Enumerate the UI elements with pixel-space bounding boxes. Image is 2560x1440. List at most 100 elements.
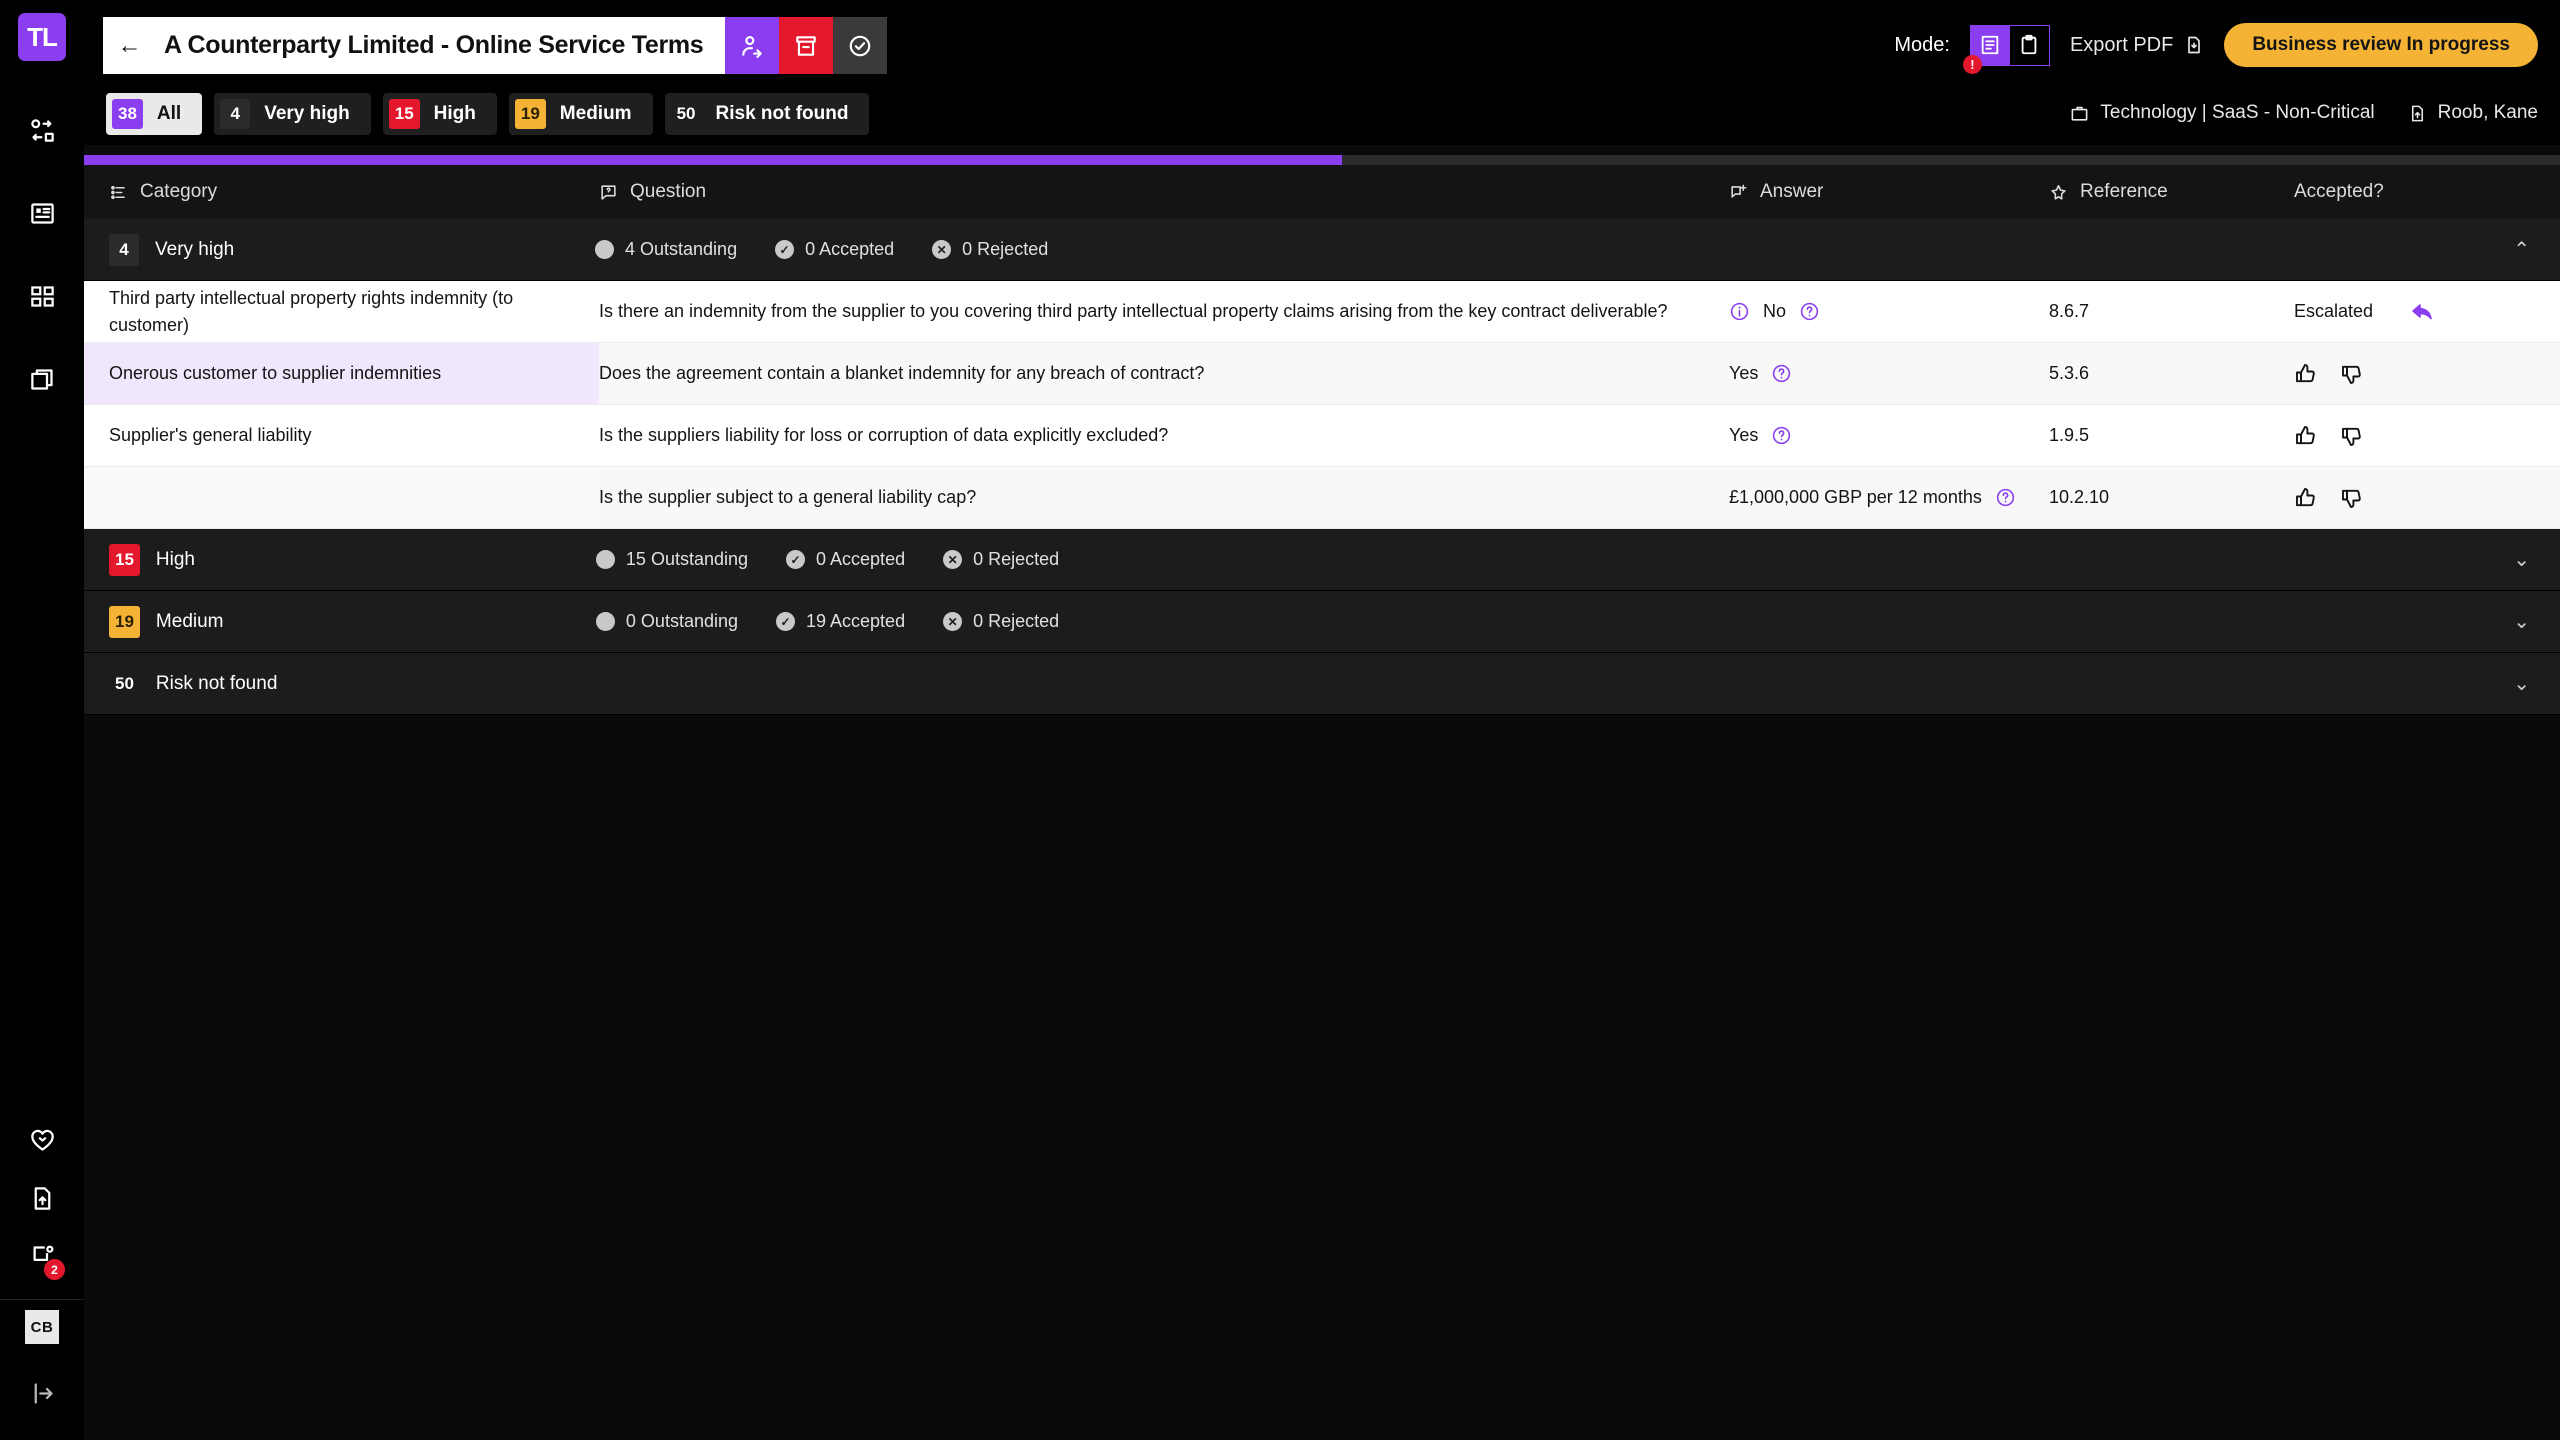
accept-thumb-up-button[interactable]: [2294, 424, 2318, 448]
review-progress-track: [84, 155, 2560, 165]
document-title-bar: ← A Counterparty Limited - Online Servic…: [103, 17, 888, 74]
cell-reference[interactable]: 10.2.10: [2049, 467, 2294, 528]
group-chevron-up-icon[interactable]: ⌃: [2513, 240, 2530, 260]
filter-chip-high[interactable]: 15 High: [382, 93, 497, 135]
table-row[interactable]: Is the supplier subject to a general lia…: [84, 467, 2560, 529]
export-pdf-label: Export PDF: [2069, 33, 2174, 56]
rejected-x-icon: ✕: [932, 240, 952, 259]
answer-help-icon[interactable]: [1799, 301, 1820, 322]
column-header-accepted[interactable]: Accepted?: [2294, 181, 2494, 203]
reject-thumb-down-button[interactable]: [2340, 486, 2364, 510]
risk-group-header-medium[interactable]: 19 Medium 0 Outstanding ✓ 19 Accepted ✕ 0 Reje…: [84, 591, 2560, 653]
answer-help-icon[interactable]: [1995, 487, 2016, 508]
sidebar-item-dashboard[interactable]: [13, 267, 71, 325]
cell-answer: Yes: [1729, 405, 2049, 466]
cell-answer: Yes: [1729, 343, 2049, 404]
question-bubble-icon: [601, 184, 616, 200]
filter-chip-very-high[interactable]: 4 Very high: [214, 93, 371, 135]
reject-thumb-down-button[interactable]: [2340, 362, 2364, 386]
cell-reference[interactable]: 5.3.6: [2049, 343, 2294, 404]
answer-info-icon[interactable]: [1729, 301, 1750, 322]
logout-icon[interactable]: [13, 1364, 71, 1422]
group-chevron-down-icon[interactable]: ⌄: [2513, 612, 2530, 632]
accepted-check-icon: ✓: [786, 550, 806, 569]
column-header-answer[interactable]: Answer: [1729, 181, 2049, 203]
meta-item-owner[interactable]: Roob, Kane: [2408, 102, 2538, 124]
upload-icon[interactable]: [13, 1169, 71, 1227]
cell-reference[interactable]: 8.6.7: [2049, 281, 2294, 342]
group-count-badge: 4: [109, 233, 139, 266]
answer-value: Yes: [1729, 425, 1759, 445]
document-meta: Technology | SaaS - Non-Critical Roob, K…: [2070, 102, 2538, 124]
meta-item-category[interactable]: Technology | SaaS - Non-Critical: [2070, 102, 2375, 124]
back-button[interactable]: ←: [103, 17, 156, 74]
mode-toggle-group: !: [1962, 24, 2050, 74]
cell-question: Is the suppliers liability for loss or c…: [599, 425, 1169, 446]
favourites-icon[interactable]: [13, 1111, 71, 1169]
risk-table: Category Question Answer Reference Accep…: [84, 165, 2560, 715]
approve-button[interactable]: [833, 17, 888, 74]
sidebar-divider: [0, 1299, 84, 1300]
avatar[interactable]: CB: [25, 1310, 59, 1344]
cell-category: Onerous customer to supplier indemnities: [84, 343, 599, 404]
accepted-check-icon: ✓: [776, 612, 795, 631]
filter-chip-all[interactable]: 38 All: [106, 93, 203, 135]
filter-chip-risk-not-found[interactable]: 50 Risk not found: [664, 93, 870, 135]
column-header-category[interactable]: Category: [84, 181, 599, 203]
group-stat-rejected: ✕ 0 Rejected: [943, 549, 1059, 570]
group-stat-outstanding: 4 Outstanding: [595, 239, 737, 260]
column-header-question[interactable]: Question: [599, 181, 1729, 203]
share-user-button[interactable]: [725, 17, 780, 74]
mode-checklist-button[interactable]: [2010, 26, 2049, 65]
risk-filter-chips: 38 All 4 Very high 15 High 19 Medium 50 Risk not …: [106, 93, 870, 135]
escalate-reply-icon[interactable]: [2411, 300, 2435, 324]
group-chevron-down-icon[interactable]: ⌄: [2513, 550, 2530, 570]
cell-question: Is the supplier subject to a general lia…: [599, 487, 977, 508]
group-stat-outstanding: 15 Outstanding: [595, 549, 748, 570]
app-logo[interactable]: TL: [18, 13, 66, 61]
column-header-reference[interactable]: Reference: [2049, 181, 2294, 203]
notifications-icon[interactable]: 2: [13, 1227, 71, 1285]
cell-accepted: Escalated: [2294, 281, 2494, 342]
group-stat-outstanding: 0 Outstanding: [595, 611, 738, 632]
archive-button[interactable]: [779, 17, 834, 74]
group-count-badge: 50: [115, 673, 134, 693]
file-upload-icon: [2411, 105, 2423, 121]
cell-accepted: [2294, 467, 2494, 528]
accept-thumb-up-button[interactable]: [2294, 486, 2318, 510]
status-badge[interactable]: Business review In progress: [2224, 23, 2538, 67]
table-row[interactable]: Supplier's general liability Is the suppl…: [84, 405, 2560, 467]
filter-chip-medium[interactable]: 19 Medium: [508, 93, 653, 135]
group-label: Medium: [155, 610, 224, 632]
briefcase-icon: [2071, 106, 2088, 121]
group-chevron-down-icon[interactable]: ⌄: [2513, 674, 2530, 694]
outstanding-dot-icon: [595, 550, 615, 569]
answer-help-icon[interactable]: [1771, 363, 1792, 384]
review-progress-fill: [84, 155, 1342, 165]
reject-thumb-down-button[interactable]: [2340, 424, 2364, 448]
risk-group-header-high[interactable]: 15 High 15 Outstanding ✓ 0 Accepted ✕ 0 Reject…: [84, 529, 2560, 591]
cell-answer: No: [1729, 281, 2049, 342]
sidebar-item-contracts[interactable]: [13, 184, 71, 242]
outstanding-dot-icon: [595, 240, 614, 259]
table-row[interactable]: Third party intellectual property rights…: [84, 281, 2560, 343]
answer-help-icon[interactable]: [1771, 425, 1792, 446]
cell-reference[interactable]: 1.9.5: [2049, 405, 2294, 466]
risk-group-header-risk-not-found[interactable]: 50 Risk not found ⌄: [84, 653, 2560, 715]
top-bar-right-controls: Mode: ! Export PDF Business review In pr…: [1894, 18, 2538, 74]
group-stat-accepted: ✓ 0 Accepted: [786, 549, 905, 570]
export-pdf-button[interactable]: Export PDF: [2070, 34, 2204, 57]
accept-thumb-up-button[interactable]: [2294, 362, 2318, 386]
sidebar-nav-top: [13, 101, 71, 408]
group-label: Very high: [155, 238, 235, 260]
risk-group-header-very-high[interactable]: 4 Very high 4 Outstanding ✓ 0 Accepted ✕ 0 Rej…: [84, 219, 2560, 281]
mode-alert-badge: !: [1962, 54, 1982, 74]
filter-chip-label: Very high: [264, 103, 350, 124]
group-stats: 15 Outstanding ✓ 0 Accepted ✕ 0 Rejected: [595, 549, 1059, 570]
sidebar-item-playbooks[interactable]: [13, 350, 71, 408]
mode-report-button[interactable]: !: [1962, 25, 2010, 74]
table-row[interactable]: Onerous customer to supplier indemnities…: [84, 343, 2560, 405]
answer-value: Yes: [1729, 363, 1759, 383]
cell-category: Third party intellectual property rights…: [109, 288, 514, 335]
sidebar-item-workflow[interactable]: [13, 101, 71, 159]
